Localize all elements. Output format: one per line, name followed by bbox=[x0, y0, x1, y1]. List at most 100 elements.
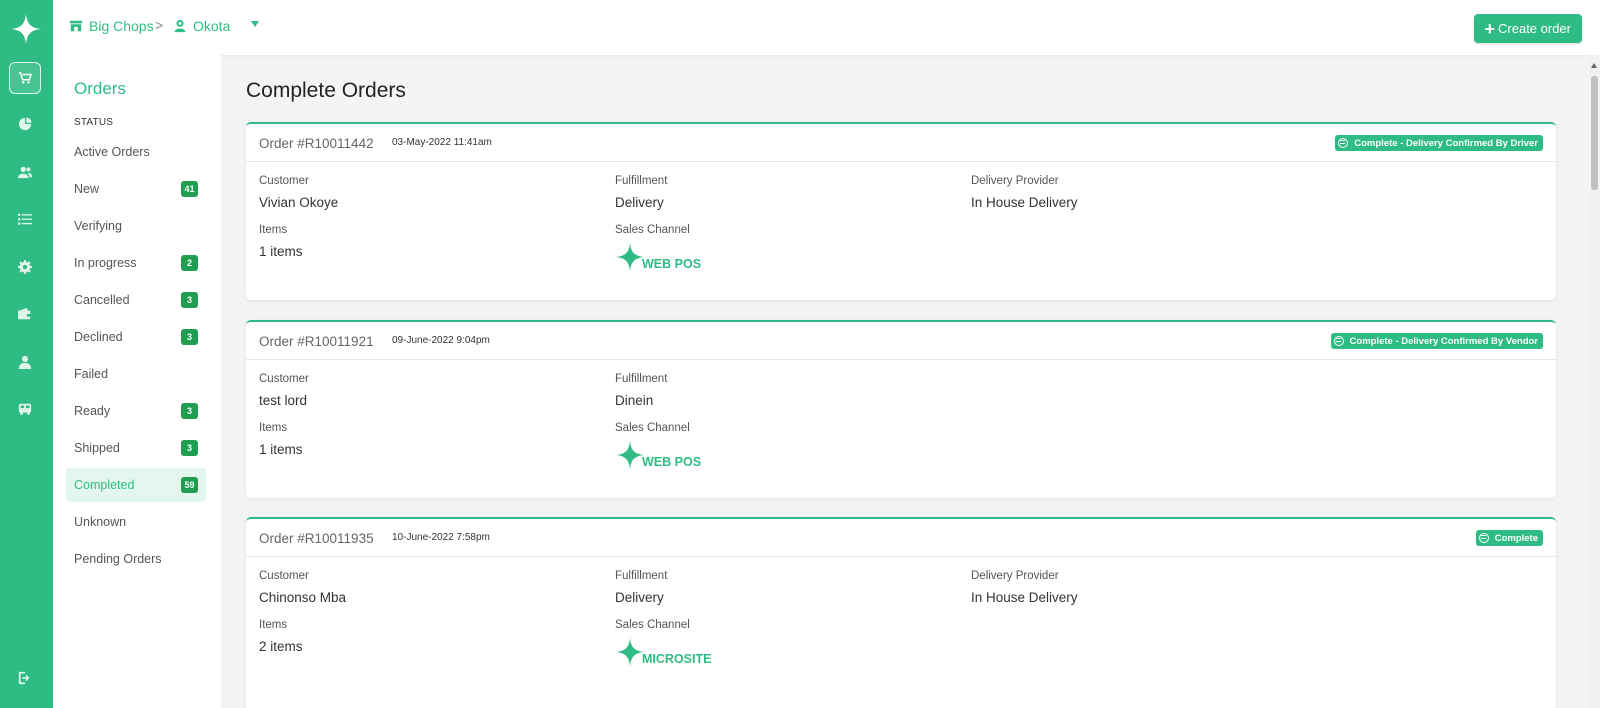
sidebar-item-label: Verifying bbox=[74, 219, 122, 233]
channel-star-icon bbox=[615, 637, 645, 667]
order-card[interactable]: Order #R10011921 09-June-2022 9:04pm Com… bbox=[246, 320, 1556, 498]
sidebar-title: Orders bbox=[74, 79, 126, 98]
sales-channel: MICROSITE bbox=[615, 637, 711, 667]
sidebar-item-cancelled[interactable]: Cancelled 3 bbox=[66, 283, 206, 317]
count-badge: 3 bbox=[181, 329, 198, 345]
channel-star-icon bbox=[615, 440, 645, 470]
sidebar-item-completed[interactable]: Completed 59 bbox=[66, 468, 206, 502]
breadcrumb-separator: > bbox=[155, 17, 164, 33]
sidebar-item-active-orders[interactable]: Active Orders bbox=[66, 135, 206, 169]
sidebar-item-ready[interactable]: Ready 3 bbox=[66, 394, 206, 428]
create-order-button[interactable]: + Create order bbox=[1473, 14, 1582, 43]
sidebar-item-label: Active Orders bbox=[74, 145, 150, 159]
sales-channel-value: MICROSITE bbox=[642, 652, 712, 666]
main-content: Complete Orders Order #R10011442 03-May-… bbox=[221, 55, 1589, 708]
scroll-up-arrow-icon[interactable] bbox=[1591, 63, 1597, 68]
fulfillment-label: Fulfillment bbox=[615, 175, 668, 187]
order-date: 10-June-2022 7:58pm bbox=[392, 532, 490, 543]
sidebar-item-label: New bbox=[74, 182, 100, 196]
count-badge: 3 bbox=[181, 440, 198, 456]
customer-label: Customer bbox=[259, 373, 309, 385]
nav-analytics-pie-icon[interactable] bbox=[9, 108, 41, 140]
nav-wallet-icon[interactable] bbox=[9, 298, 41, 330]
sidebar-item-label: Completed bbox=[74, 478, 135, 492]
delivery-provider-value: In House Delivery bbox=[971, 195, 1078, 210]
order-card[interactable]: Order #R10011442 03-May-2022 11:41am Com… bbox=[246, 122, 1556, 300]
nav-profile-user-icon[interactable] bbox=[9, 346, 41, 378]
customer-value: test lord bbox=[259, 393, 308, 408]
sidebar-item-label: Ready bbox=[74, 404, 111, 418]
orders-sidebar: Orders STATUS Active Orders New 41 Verifyin… bbox=[53, 55, 221, 708]
items-label: Items bbox=[259, 422, 288, 434]
branch-name: Okota bbox=[193, 18, 231, 34]
order-date: 09-June-2022 9:04pm bbox=[392, 335, 490, 346]
order-card-header: Order #R10011935 10-June-2022 7:58pm Com… bbox=[246, 519, 1556, 557]
nav-list-icon[interactable] bbox=[9, 203, 41, 235]
customer-value: Vivian Okoye bbox=[259, 195, 339, 210]
sidebar-item-unknown[interactable]: Unknown bbox=[66, 505, 206, 539]
items-label: Items bbox=[259, 619, 288, 631]
customer-label: Customer bbox=[259, 175, 309, 187]
sidebar-item-in-progress[interactable]: In progress 2 bbox=[66, 246, 206, 280]
status-face-icon bbox=[1333, 336, 1344, 346]
order-number[interactable]: Order #R10011921 bbox=[259, 334, 374, 349]
nav-delivery-bus-icon[interactable] bbox=[9, 393, 41, 425]
sales-channel-label: Sales Channel bbox=[615, 422, 690, 434]
count-badge: 3 bbox=[181, 403, 198, 419]
sidebar-item-new[interactable]: New 41 bbox=[66, 172, 206, 206]
breadcrumb-store[interactable]: Big Chops bbox=[69, 18, 154, 34]
icon-rail bbox=[0, 0, 53, 708]
sales-channel: WEB POS bbox=[615, 440, 701, 470]
sidebar-item-declined[interactable]: Declined 3 bbox=[66, 320, 206, 354]
items-value: 1 items bbox=[259, 442, 303, 457]
sidebar-item-label: Pending Orders bbox=[74, 552, 162, 566]
order-date: 03-May-2022 11:41am bbox=[392, 137, 492, 148]
sidebar-item-label: Cancelled bbox=[74, 293, 130, 307]
order-card-header: Order #R10011921 09-June-2022 9:04pm Com… bbox=[246, 322, 1556, 360]
sidebar-item-shipped[interactable]: Shipped 3 bbox=[66, 431, 206, 465]
top-bar: Big Chops > Okota + Create order bbox=[53, 0, 1600, 55]
count-badge: 59 bbox=[181, 477, 198, 493]
status-badge: Complete bbox=[1475, 530, 1543, 546]
sales-channel-value: WEB POS bbox=[642, 257, 702, 271]
branch-dropdown-caret-icon[interactable] bbox=[251, 21, 259, 27]
brand-star-icon[interactable] bbox=[10, 13, 42, 45]
fulfillment-value: Delivery bbox=[615, 590, 664, 605]
order-number[interactable]: Order #R10011935 bbox=[259, 531, 374, 546]
nav-orders-cart-icon[interactable] bbox=[9, 62, 41, 94]
breadcrumb-branch[interactable]: Okota bbox=[173, 18, 230, 34]
sidebar-item-failed[interactable]: Failed bbox=[66, 357, 206, 391]
status-badge: Complete - Delivery Confirmed By Vendor bbox=[1330, 333, 1543, 349]
logout-icon[interactable] bbox=[9, 662, 41, 694]
status-face-icon bbox=[1338, 138, 1349, 148]
sales-channel-value: WEB POS bbox=[642, 455, 702, 469]
order-card[interactable]: Order #R10011935 10-June-2022 7:58pm Com… bbox=[246, 517, 1556, 708]
delivery-provider-value: In House Delivery bbox=[971, 590, 1078, 605]
sidebar-item-label: Declined bbox=[74, 330, 123, 344]
status-badge: Complete - Delivery Confirmed By Driver bbox=[1335, 135, 1543, 151]
scrollbar-thumb[interactable] bbox=[1591, 76, 1598, 190]
sidebar-item-verifying[interactable]: Verifying bbox=[66, 209, 206, 243]
order-number[interactable]: Order #R10011442 bbox=[259, 136, 374, 151]
order-card-header: Order #R10011442 03-May-2022 11:41am Com… bbox=[246, 124, 1556, 162]
location-user-icon bbox=[174, 19, 186, 33]
store-name: Big Chops bbox=[89, 18, 154, 34]
delivery-provider-label: Delivery Provider bbox=[971, 570, 1059, 582]
nav-customers-users-icon[interactable] bbox=[9, 156, 41, 188]
fulfillment-value: Delivery bbox=[615, 195, 664, 210]
fulfillment-label: Fulfillment bbox=[615, 570, 668, 582]
customer-value: Chinonso Mba bbox=[259, 590, 347, 605]
page-title: Complete Orders bbox=[246, 79, 406, 102]
sidebar-item-label: Shipped bbox=[74, 441, 120, 455]
sidebar-item-pending-orders[interactable]: Pending Orders bbox=[66, 542, 206, 576]
sidebar-item-label: In progress bbox=[74, 256, 137, 270]
fulfillment-label: Fulfillment bbox=[615, 373, 668, 385]
nav-settings-gear-icon[interactable] bbox=[9, 251, 41, 283]
items-label: Items bbox=[259, 224, 288, 236]
status-face-icon bbox=[1478, 533, 1489, 543]
channel-star-icon bbox=[615, 242, 645, 272]
plus-icon: + bbox=[1484, 18, 1496, 39]
delivery-provider-label: Delivery Provider bbox=[971, 175, 1059, 187]
customer-label: Customer bbox=[259, 570, 309, 582]
items-value: 2 items bbox=[259, 639, 303, 654]
